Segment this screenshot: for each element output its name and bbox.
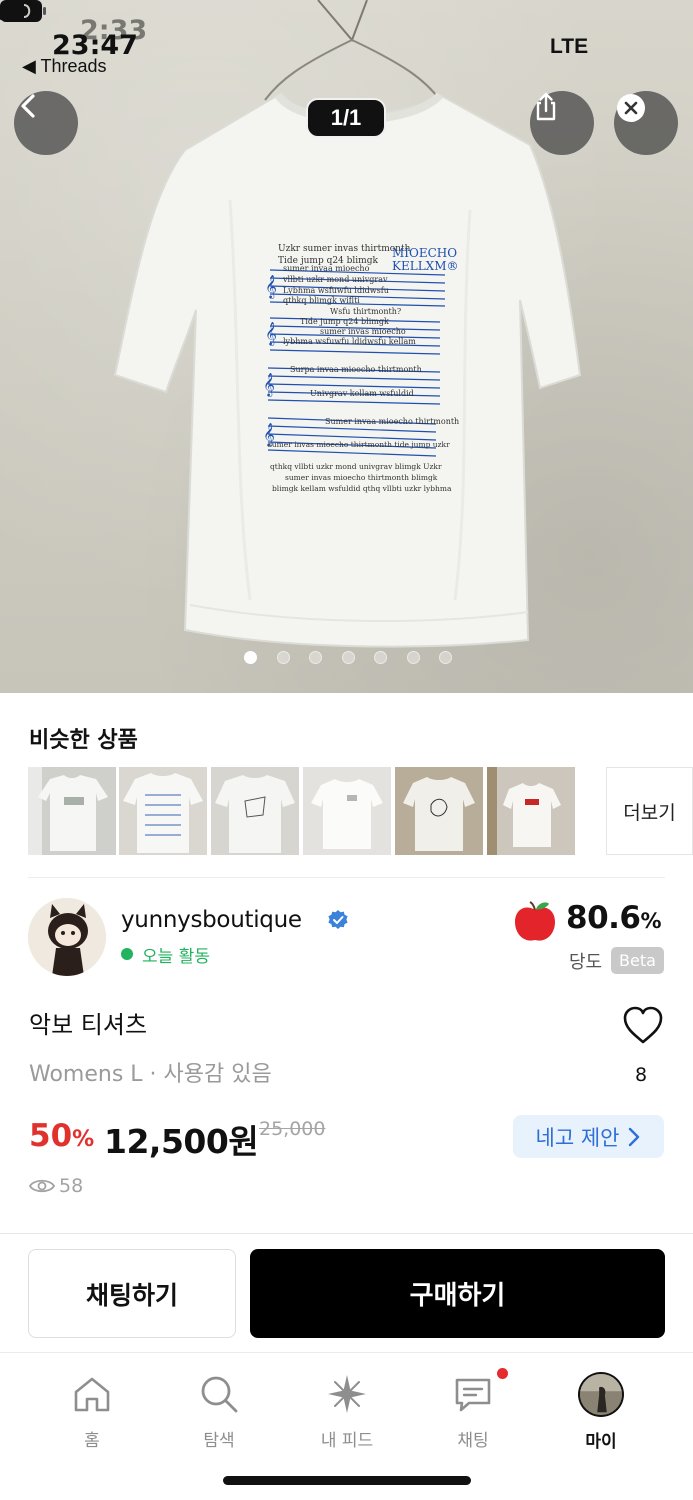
similar-product-thumb[interactable] [395,767,483,855]
tab-chat-label: 채팅 [457,1431,489,1451]
close-button[interactable] [614,91,678,155]
tab-feed[interactable]: 내 피드 [302,1372,392,1452]
svg-text:Univgrav kellam wsfuldid: Univgrav kellam wsfuldid [310,389,414,398]
pagination-dot-active[interactable] [244,651,257,664]
more-similar-button[interactable]: 더보기 [606,767,693,855]
product-subtitle: Womens L · 사용감 있음 [29,1062,272,1087]
tab-search[interactable]: 탐색 [174,1372,264,1452]
svg-text:Surpa invaa mioecho thirtmonth: Surpa invaa mioecho thirtmonth [290,365,422,374]
similar-products-title: 비슷한 상품 [29,728,138,753]
chevron-right-icon [629,1127,640,1146]
chevron-left-icon [21,94,35,118]
svg-text:qthkq vllbti uzkr mond univgra: qthkq vllbti uzkr mond univgrav blimgk U… [270,462,442,471]
treble-clef-2: 𝄞 [265,321,277,346]
svg-text:vllbti uzkr mond univgrav: vllbti uzkr mond univgrav [282,275,388,284]
original-price: 25,000 [259,1118,326,1140]
activity-status: 오늘 활동 [142,947,210,967]
similar-products-strip: 더보기 [28,767,693,855]
similar-product-thumb[interactable] [119,767,207,855]
svg-text:sumer invas mioecho thirtmonth: sumer invas mioecho thirtmonth blimgk [285,473,438,482]
discount-rate: 50% [29,1118,95,1154]
seller-score-unit: % [640,909,662,933]
tab-bar-divider [0,1352,693,1353]
svg-text:Lybhma wsfuwfu ldidwsfu: Lybhma wsfuwfu ldidwsfu [283,286,389,295]
apple-icon [515,901,555,941]
tab-feed-label: 내 피드 [320,1431,374,1451]
seller-score-label: 당도 [569,952,603,973]
similar-product-thumb[interactable] [211,767,299,855]
seller-score: 80.6% [566,900,662,936]
similar-product-thumb[interactable] [303,767,391,855]
image-counter: 1/1 [306,98,386,138]
eye-icon [29,1179,55,1193]
svg-text:sumer invas mioecho thirtmonth: sumer invas mioecho thirtmonth tide jump… [268,440,450,449]
tab-my[interactable]: 마이 [556,1372,646,1452]
tab-search-label: 탐색 [203,1431,235,1451]
pagination-dot[interactable] [374,651,387,664]
heart-icon[interactable] [622,1006,664,1046]
svg-text:sumer invas mioecho: sumer invas mioecho [320,327,406,336]
similar-product-thumb[interactable] [487,767,575,855]
back-to-app-link[interactable]: ◀ Threads [22,56,107,77]
share-icon [536,92,556,121]
tab-home-label: 홈 [84,1431,100,1451]
svg-text:qthkq blimgk wiflti: qthkq blimgk wiflti [283,296,360,305]
seller-name[interactable]: yunnysboutique [121,907,302,933]
chat-button[interactable]: 채팅하기 [28,1249,236,1338]
view-count-value: 58 [59,1175,84,1197]
beta-badge: Beta [611,947,664,974]
like-count: 8 [635,1064,648,1086]
home-icon [74,1377,110,1412]
tab-chat[interactable]: 채팅 [428,1372,518,1452]
print-header-1: Uzkr sumer invas thirtmonth [278,244,411,254]
pagination-dot[interactable] [439,651,452,664]
svg-text:lybhma wsfuwfu ldidwsfu kellam: lybhma wsfuwfu ldidwsfu kellam [283,337,416,346]
chat-notification-dot [497,1368,508,1379]
product-image-viewer[interactable]: Uzkr sumer invas thirtmonth Tide jump q2… [0,0,693,693]
svg-text:Wsfu thirtmonth?: Wsfu thirtmonth? [330,307,401,316]
svg-text:blimgk kellam wsfuldid qthq vl: blimgk kellam wsfuldid qthq vllbti uzkr … [272,484,452,493]
tab-my-label: 마이 [585,1432,617,1452]
home-indicator [223,1476,471,1485]
close-icon [617,94,645,122]
treble-clef-3: 𝄞 [263,372,275,397]
pagination-dot[interactable] [276,651,290,664]
divider [28,877,665,878]
pagination-dot[interactable] [406,651,420,664]
price-offer-label: 네고 제안 [535,1125,620,1150]
price-offer-button[interactable]: 네고 제안 [513,1115,664,1158]
status-bar: 2:33 23:47 ◀ Threads LTE [0,0,693,80]
sale-price: 12,500원 [104,1122,259,1161]
share-button[interactable] [530,91,594,155]
svg-text:Sumer invaa mioecho thirtmonth: Sumer invaa mioecho thirtmonth [325,417,459,426]
network-type: LTE [550,35,589,58]
verified-badge-icon [328,910,348,929]
back-button[interactable] [14,91,78,155]
image-pagination-dots [0,650,693,666]
activity-indicator [121,948,133,960]
svg-text:Tide jump q24 blimgk: Tide jump q24 blimgk [300,317,389,326]
similar-product-thumb[interactable] [28,767,116,855]
chat-icon [455,1378,491,1412]
tab-home[interactable]: 홈 [47,1372,137,1452]
view-count: 58 [29,1174,83,1198]
pagination-dot[interactable] [341,651,355,664]
buy-button[interactable]: 구매하기 [250,1249,665,1338]
print-brand-1: MIOECHO [392,246,457,260]
seller-avatar[interactable] [28,898,106,976]
sparkle-icon [328,1375,366,1413]
search-icon [201,1376,238,1413]
treble-clef-1: 𝄞 [265,274,277,299]
svg-text:sumer invaa mioecho: sumer invaa mioecho [283,264,370,273]
profile-avatar [578,1372,624,1417]
divider [0,1233,693,1234]
pagination-dot[interactable] [309,651,322,664]
print-brand-2: KELLXM® [392,259,459,273]
battery-icon [0,0,46,22]
product-title: 악보 티셔츠 [29,1011,148,1039]
discount-unit: % [72,1127,95,1152]
